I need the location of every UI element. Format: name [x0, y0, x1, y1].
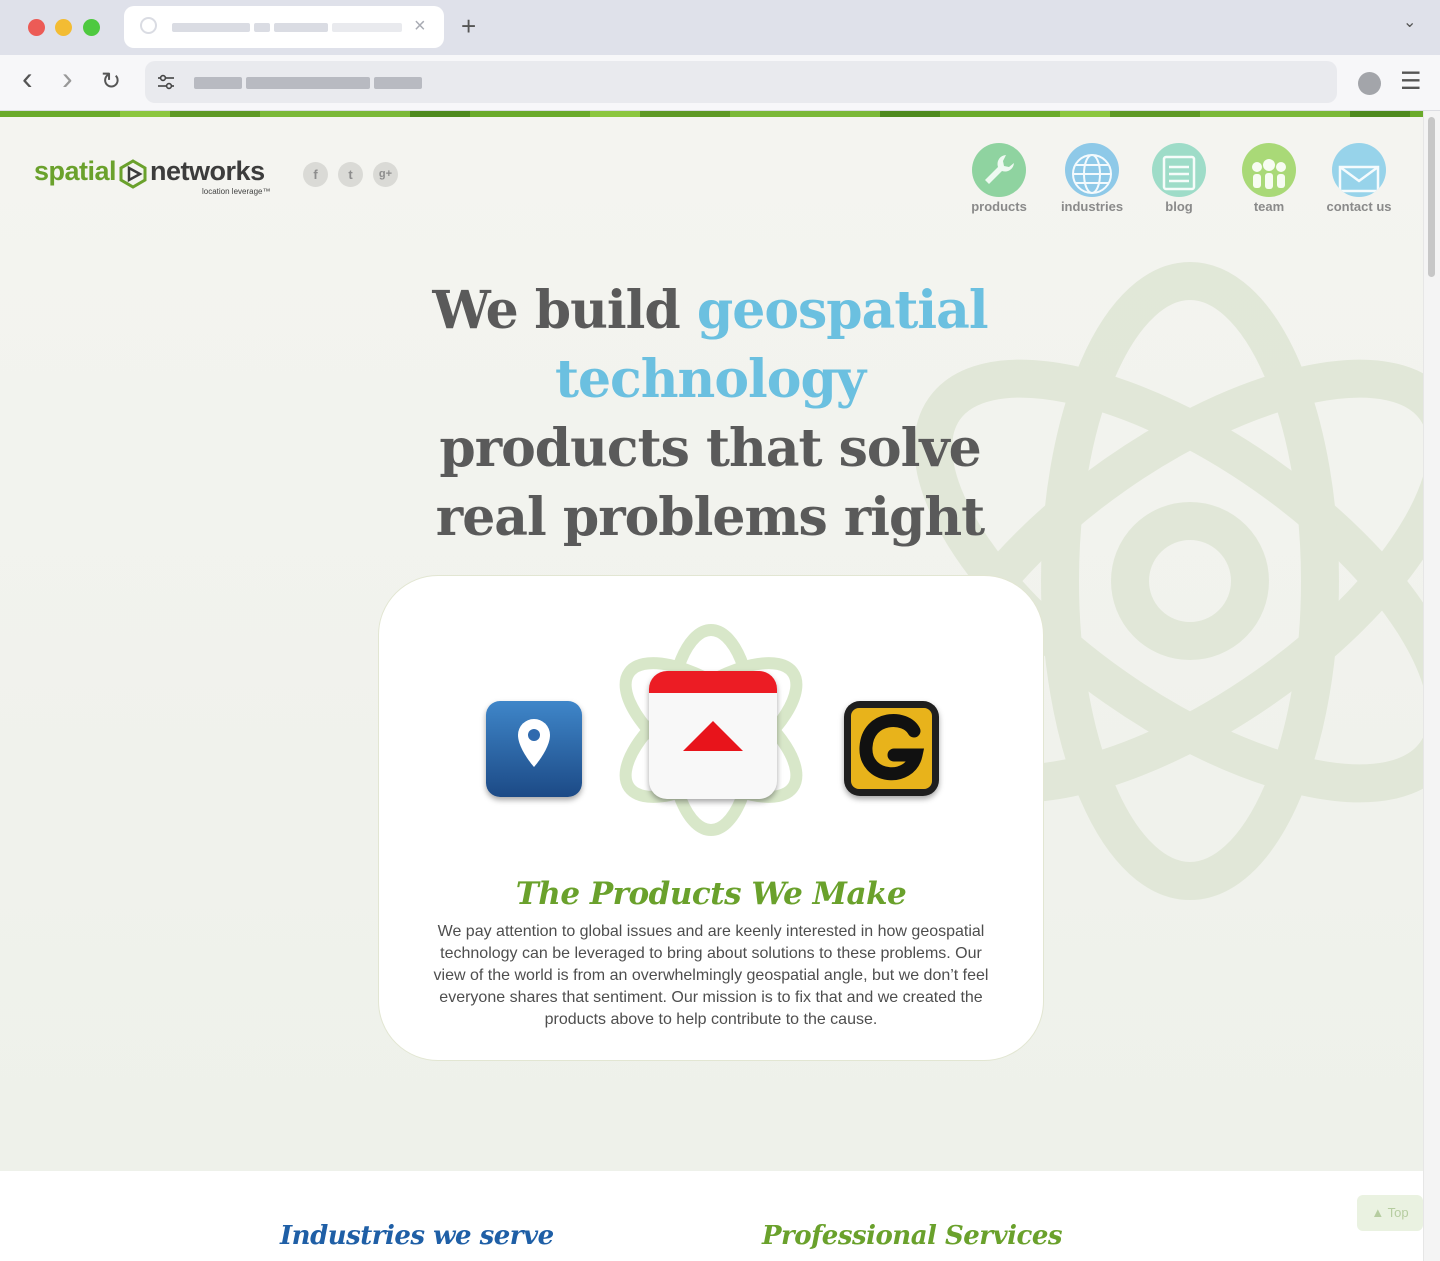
triangle-app-icon[interactable] — [649, 671, 777, 799]
facebook-icon[interactable]: f — [303, 162, 328, 187]
tab-title-placeholder — [332, 23, 402, 32]
map-pin-app-icon[interactable] — [486, 701, 582, 797]
hero-section: spatial networks location leverage™ f t … — [0, 111, 1423, 1171]
google-plus-icon[interactable]: g+ — [373, 162, 398, 187]
page-scrollbar[interactable] — [1423, 111, 1440, 1261]
tab-title-placeholder — [254, 23, 270, 32]
nav-products-label: products — [971, 199, 1027, 214]
services-section-title: Professional Services — [762, 1221, 1063, 1251]
url-placeholder — [374, 77, 422, 89]
logo-word-spatial: spatial — [34, 156, 117, 186]
back-to-top-button[interactable]: ▲ Top — [1357, 1195, 1423, 1231]
profile-avatar[interactable] — [1358, 72, 1381, 95]
scrollbar-thumb[interactable] — [1428, 117, 1435, 277]
wrench-icon — [972, 143, 1026, 197]
logo-word-networks: networks — [150, 156, 265, 186]
tab-list-chevron-icon[interactable]: ⌄ — [1403, 12, 1416, 32]
browser-menu-icon[interactable]: ☰ — [1400, 68, 1422, 96]
page-viewport: spatial networks location leverage™ f t … — [0, 111, 1440, 1261]
browser-tab-strip: × + ⌄ — [0, 0, 1440, 55]
envelope-icon — [1332, 143, 1386, 197]
globe-icon — [1065, 143, 1119, 197]
products-card: The Products We Make We pay attention to… — [378, 575, 1044, 1061]
browser-tab[interactable]: × — [124, 6, 444, 48]
minimize-window-button[interactable] — [55, 19, 72, 36]
logo-hexagon-icon — [119, 159, 147, 189]
headline-text: We build — [432, 280, 697, 341]
browser-toolbar: ‹ › ↻ ☰ — [0, 55, 1440, 111]
nav-industries[interactable]: industries — [1050, 143, 1134, 213]
tab-title-placeholder — [172, 23, 250, 32]
people-icon — [1242, 143, 1296, 197]
industries-section-title: Industries we serve — [280, 1221, 554, 1251]
tab-close-icon[interactable]: × — [414, 15, 426, 37]
twitter-icon[interactable]: t — [338, 162, 363, 187]
close-window-button[interactable] — [28, 19, 45, 36]
nav-contact[interactable]: contact us — [1317, 143, 1401, 213]
tab-favicon-icon — [140, 17, 157, 34]
tab-title-placeholder — [274, 23, 328, 32]
maximize-window-button[interactable] — [83, 19, 100, 36]
g-app-icon[interactable] — [844, 701, 939, 796]
reload-button[interactable]: ↻ — [101, 67, 121, 97]
url-placeholder — [246, 77, 370, 89]
nav-team[interactable]: team — [1227, 143, 1311, 213]
address-bar[interactable] — [145, 61, 1337, 103]
site-logo[interactable]: spatial networks location leverage™ — [34, 156, 270, 196]
nav-blog-label: blog — [1165, 199, 1193, 214]
nav-products[interactable]: products — [957, 143, 1041, 213]
logo-tagline: location leverage™ — [202, 187, 271, 196]
url-placeholder — [194, 77, 242, 89]
forward-button[interactable]: › — [62, 62, 73, 94]
back-button[interactable]: ‹ — [22, 62, 33, 94]
nav-blog[interactable]: blog — [1137, 143, 1221, 213]
hero-headline: We build geospatial technology products … — [280, 276, 1140, 621]
site-settings-icon[interactable] — [157, 74, 175, 90]
nav-team-label: team — [1253, 199, 1285, 214]
nav-industries-label: industries — [1060, 199, 1124, 214]
products-card-body: We pay attention to global issues and ar… — [433, 923, 989, 1028]
new-tab-button[interactable]: + — [461, 10, 476, 42]
nav-contact-label: contact us — [1326, 199, 1392, 214]
calendar-icon — [1152, 143, 1206, 197]
products-card-title: The Products We Make — [515, 876, 907, 912]
top-accent-stripe — [0, 111, 1423, 117]
